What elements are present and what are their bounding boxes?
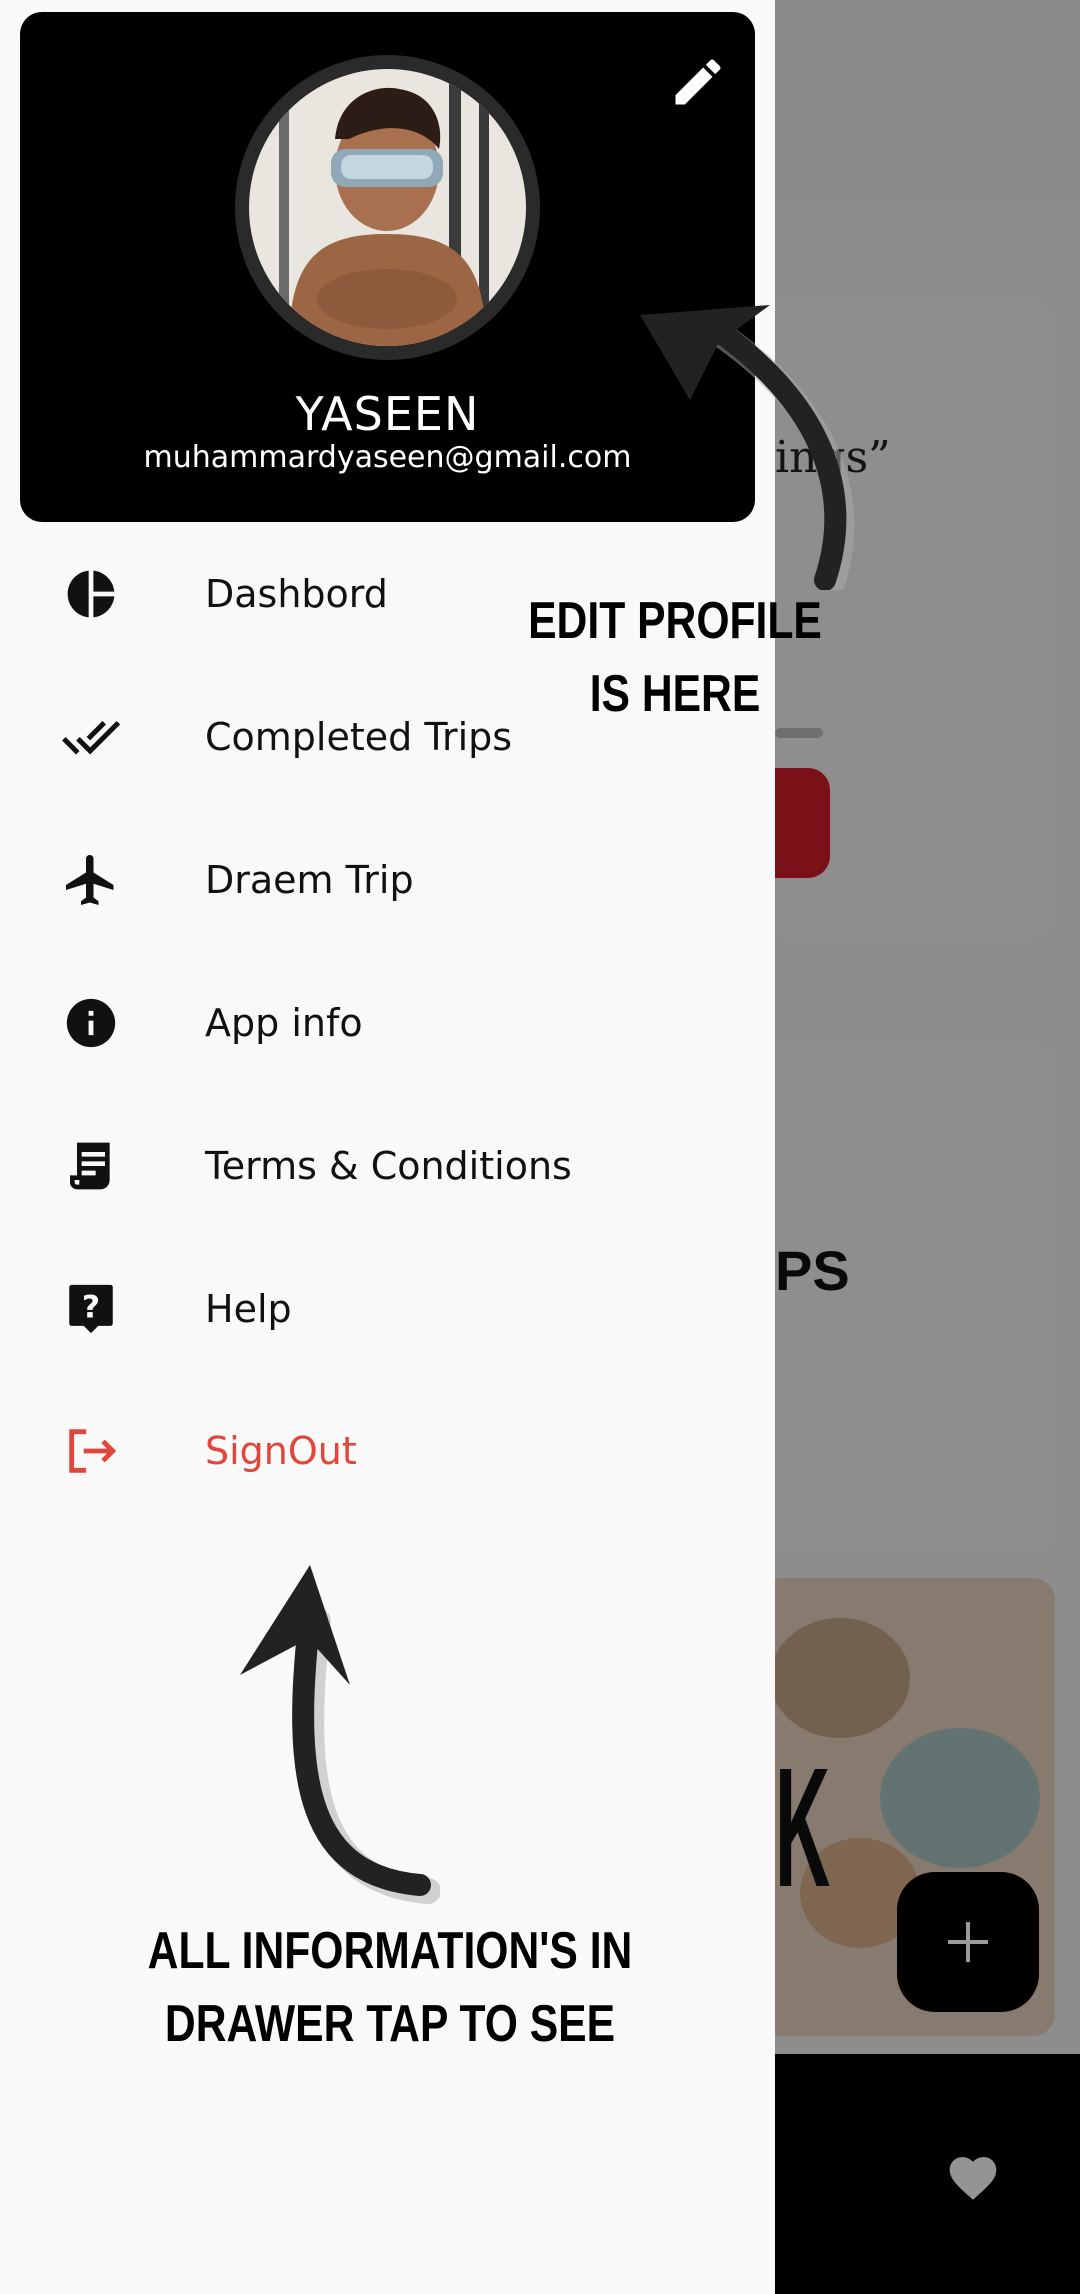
- svg-text:?: ?: [82, 1289, 100, 1325]
- menu-item-label: Terms & Conditions: [205, 1144, 572, 1188]
- arrow-to-edit-icon: [640, 305, 855, 590]
- receipt-icon: [60, 1135, 122, 1197]
- arrow-to-menu: [240, 1565, 440, 1904]
- menu-item-signout[interactable]: SignOut: [0, 1391, 775, 1511]
- logout-icon: [60, 1420, 122, 1482]
- menu-item-label: Dashbord: [205, 572, 388, 616]
- edit-profile-annotation: EDIT PROFILE IS HERE: [528, 592, 822, 723]
- menu-item-terms[interactable]: Terms & Conditions: [0, 1106, 775, 1226]
- menu-item-label: SignOut: [205, 1429, 357, 1473]
- pie-chart-icon: [60, 563, 122, 625]
- menu-item-help[interactable]: ? Help: [0, 1249, 775, 1369]
- drawer-annotation: ALL INFORMATION'S IN DRAWER TAP TO SEE: [147, 1922, 633, 2053]
- avatar[interactable]: [249, 69, 526, 346]
- menu-item-label: Help: [205, 1287, 292, 1331]
- menu-item-label: Completed Trips: [205, 715, 513, 759]
- airplane-icon: [60, 849, 122, 911]
- menu-item-label: App info: [205, 1001, 363, 1045]
- menu-item-dream-trip[interactable]: Draem Trip: [0, 820, 775, 940]
- profile-photo: [249, 69, 526, 346]
- plus-icon: [948, 1922, 988, 1962]
- pencil-icon: [675, 59, 721, 105]
- menu-item-app-info[interactable]: App info: [0, 963, 775, 1083]
- add-trip-button[interactable]: [897, 1872, 1039, 2012]
- edit-profile-button[interactable]: [668, 52, 728, 112]
- menu-item-label: Draem Trip: [205, 858, 414, 902]
- avatar-ring: [235, 55, 540, 360]
- info-icon: [60, 992, 122, 1054]
- double-check-icon: [60, 706, 122, 768]
- help-icon: ?: [60, 1278, 122, 1340]
